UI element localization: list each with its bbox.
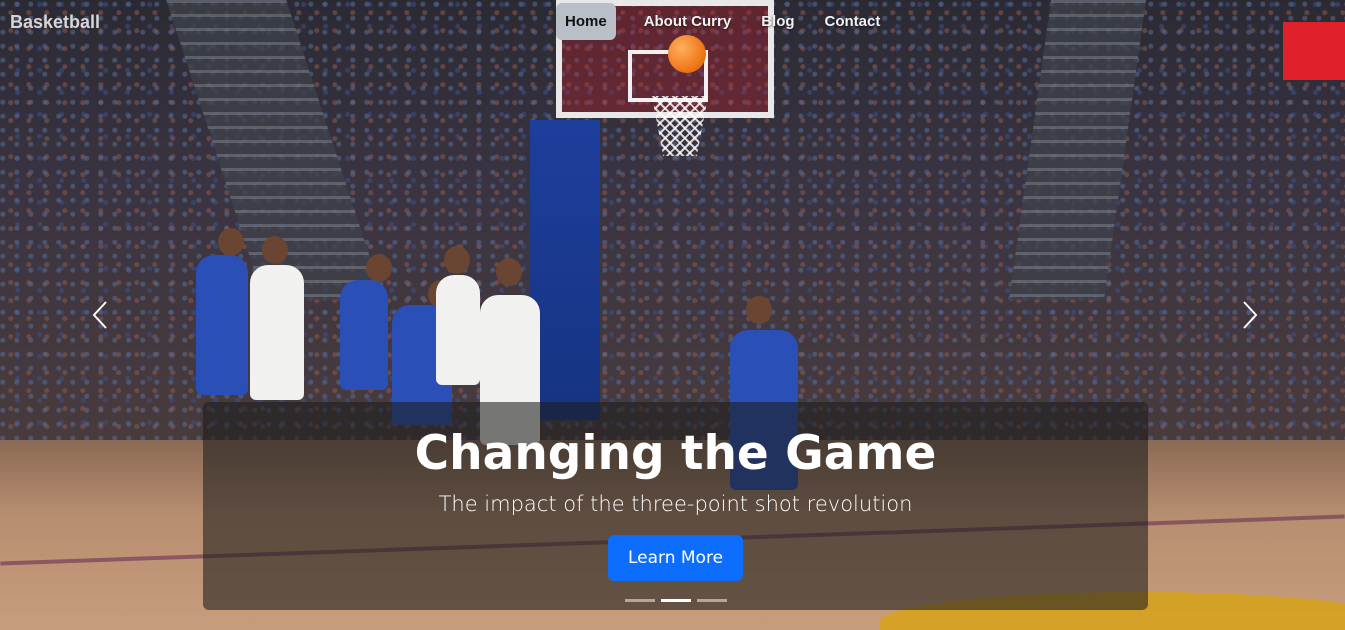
nav-item-home[interactable]: Home	[556, 3, 616, 40]
hero-title: Changing the Game	[414, 426, 937, 481]
player	[436, 275, 480, 385]
chevron-right-icon	[1243, 301, 1258, 329]
carousel-indicator-2[interactable]	[661, 599, 691, 602]
player-head	[496, 258, 522, 286]
chevron-left-icon	[92, 301, 107, 329]
player-head	[262, 236, 288, 264]
carousel-indicator-1[interactable]	[625, 599, 655, 602]
brand-logo[interactable]: Basketball	[10, 12, 100, 33]
carousel-prev-button[interactable]	[86, 298, 116, 332]
hero-subtitle: The impact of the three-point shot revol…	[438, 492, 913, 516]
nav-item-blog[interactable]: Blog	[746, 3, 809, 40]
player	[250, 265, 304, 400]
player-head	[218, 228, 244, 256]
player-head	[444, 246, 470, 274]
player-head	[366, 254, 392, 282]
carousel-next-button[interactable]	[1234, 298, 1264, 332]
player-head	[746, 296, 772, 324]
navbar: Basketball Home About Curry Blog Contact	[0, 0, 1345, 46]
nav-menu: Home About Curry Blog Contact	[556, 3, 895, 40]
player	[340, 280, 388, 390]
nav-item-contact[interactable]: Contact	[810, 3, 896, 40]
carousel-indicator-3[interactable]	[697, 599, 727, 602]
player	[196, 255, 248, 395]
carousel-caption: Changing the Game The impact of the thre…	[203, 402, 1148, 610]
carousel-indicators	[625, 599, 727, 602]
hoop-stanchion	[530, 120, 600, 420]
learn-more-button[interactable]: Learn More	[607, 535, 744, 581]
nav-item-about-curry[interactable]: About Curry	[629, 3, 747, 40]
hero-carousel: Basketball Home About Curry Blog Contact…	[0, 0, 1345, 630]
